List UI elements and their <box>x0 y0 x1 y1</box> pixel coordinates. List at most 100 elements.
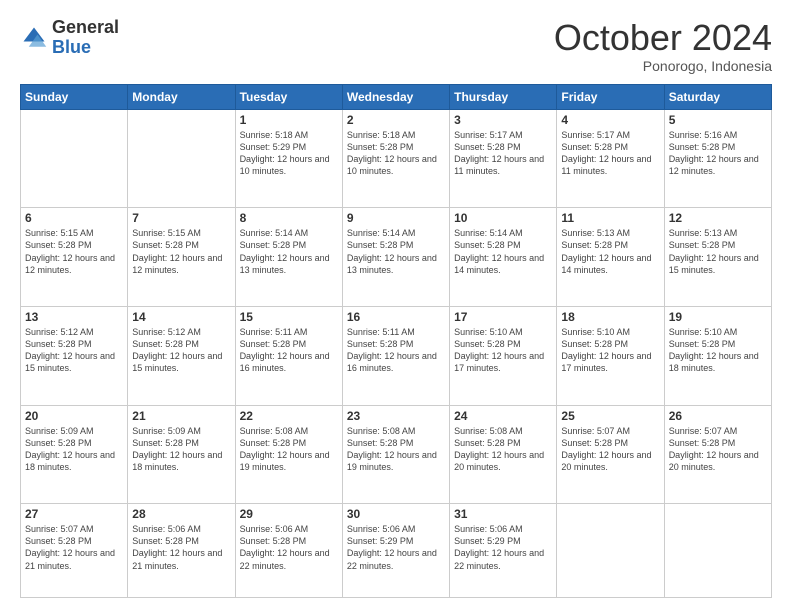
day-number: 2 <box>347 113 445 127</box>
table-row: 19 Sunrise: 5:10 AM Sunset: 5:28 PM Dayli… <box>664 306 771 405</box>
day-number: 19 <box>669 310 767 324</box>
table-row: 10Sunrise: 5:14 AM Sunset: 5:28 PM Dayli… <box>450 208 557 307</box>
day-info: Sunrise: 5:07 AM Sunset: 5:28 PM Dayligh… <box>25 523 123 572</box>
day-info: Sunrise: 5:09 AM Sunset: 5:28 PM Dayligh… <box>25 425 123 474</box>
day-info: Sunrise: 5:15 AM Sunset: 5:28 PM Dayligh… <box>132 227 230 276</box>
table-row: 8 Sunrise: 5:14 AM Sunset: 5:28 PM Daylig… <box>235 208 342 307</box>
month-title: October 2024 <box>554 18 772 58</box>
day-number: 21 <box>132 409 230 423</box>
table-row <box>128 109 235 208</box>
day-info: Sunrise: 5:13 AM Sunset: 5:28 PM Dayligh… <box>561 227 659 276</box>
location-subtitle: Ponorogo, Indonesia <box>554 58 772 74</box>
table-row: 20 Sunrise: 5:09 AM Sunset: 5:28 PM Dayli… <box>21 405 128 504</box>
day-info: Sunrise: 5:07 AM Sunset: 5:28 PM Dayligh… <box>561 425 659 474</box>
table-row: 22Sunrise: 5:08 AM Sunset: 5:28 PM Dayli… <box>235 405 342 504</box>
table-row: 12 Sunrise: 5:13 AM Sunset: 5:28 PM Dayli… <box>664 208 771 307</box>
table-row: 14 Sunrise: 5:12 AM Sunset: 5:28 PM Dayli… <box>128 306 235 405</box>
day-number: 9 <box>347 211 445 225</box>
calendar-table: Sunday Monday Tuesday Wednesday Thursday… <box>20 84 772 598</box>
day-number: 28 <box>132 507 230 521</box>
header: General Blue October 2024 Ponorogo, Indo… <box>20 18 772 74</box>
day-number: 27 <box>25 507 123 521</box>
table-row: 17Sunrise: 5:10 AM Sunset: 5:28 PM Dayli… <box>450 306 557 405</box>
table-row: 26 Sunrise: 5:07 AM Sunset: 5:28 PM Dayli… <box>664 405 771 504</box>
table-row: 29 Sunrise: 5:06 AM Sunset: 5:28 PM Dayli… <box>235 504 342 598</box>
table-row <box>557 504 664 598</box>
day-info: Sunrise: 5:18 AM Sunset: 5:29 PM Dayligh… <box>240 129 338 178</box>
table-row: 13 Sunrise: 5:12 AM Sunset: 5:28 PM Dayli… <box>21 306 128 405</box>
day-number: 14 <box>132 310 230 324</box>
logo-icon <box>20 24 48 52</box>
table-row <box>21 109 128 208</box>
day-number: 6 <box>25 211 123 225</box>
day-number: 23 <box>347 409 445 423</box>
day-info: Sunrise: 5:15 AM Sunset: 5:28 PM Dayligh… <box>25 227 123 276</box>
day-info: Sunrise: 5:16 AM Sunset: 5:28 PM Dayligh… <box>669 129 767 178</box>
day-info: Sunrise: 5:06 AM Sunset: 5:28 PM Dayligh… <box>240 523 338 572</box>
logo-general-text: General <box>52 17 119 37</box>
col-thursday: Thursday <box>450 84 557 109</box>
page: General Blue October 2024 Ponorogo, Indo… <box>0 0 792 612</box>
day-info: Sunrise: 5:13 AM Sunset: 5:28 PM Dayligh… <box>669 227 767 276</box>
table-row: 27 Sunrise: 5:07 AM Sunset: 5:28 PM Dayli… <box>21 504 128 598</box>
calendar-week-row: 1Sunrise: 5:18 AM Sunset: 5:29 PM Daylig… <box>21 109 772 208</box>
table-row: 23 Sunrise: 5:08 AM Sunset: 5:28 PM Dayli… <box>342 405 449 504</box>
day-info: Sunrise: 5:18 AM Sunset: 5:28 PM Dayligh… <box>347 129 445 178</box>
day-number: 18 <box>561 310 659 324</box>
day-info: Sunrise: 5:10 AM Sunset: 5:28 PM Dayligh… <box>561 326 659 375</box>
day-number: 12 <box>669 211 767 225</box>
day-info: Sunrise: 5:06 AM Sunset: 5:29 PM Dayligh… <box>454 523 552 572</box>
day-info: Sunrise: 5:08 AM Sunset: 5:28 PM Dayligh… <box>347 425 445 474</box>
table-row: 24Sunrise: 5:08 AM Sunset: 5:28 PM Dayli… <box>450 405 557 504</box>
day-info: Sunrise: 5:12 AM Sunset: 5:28 PM Dayligh… <box>25 326 123 375</box>
day-info: Sunrise: 5:10 AM Sunset: 5:28 PM Dayligh… <box>454 326 552 375</box>
table-row: 18 Sunrise: 5:10 AM Sunset: 5:28 PM Dayli… <box>557 306 664 405</box>
day-number: 25 <box>561 409 659 423</box>
col-monday: Monday <box>128 84 235 109</box>
day-number: 20 <box>25 409 123 423</box>
col-sunday: Sunday <box>21 84 128 109</box>
day-number: 22 <box>240 409 338 423</box>
day-number: 8 <box>240 211 338 225</box>
day-number: 11 <box>561 211 659 225</box>
day-info: Sunrise: 5:12 AM Sunset: 5:28 PM Dayligh… <box>132 326 230 375</box>
title-block: October 2024 Ponorogo, Indonesia <box>554 18 772 74</box>
day-number: 26 <box>669 409 767 423</box>
day-info: Sunrise: 5:10 AM Sunset: 5:28 PM Dayligh… <box>669 326 767 375</box>
day-number: 5 <box>669 113 767 127</box>
logo: General Blue <box>20 18 119 58</box>
table-row: 30Sunrise: 5:06 AM Sunset: 5:29 PM Dayli… <box>342 504 449 598</box>
day-number: 13 <box>25 310 123 324</box>
day-info: Sunrise: 5:11 AM Sunset: 5:28 PM Dayligh… <box>240 326 338 375</box>
day-number: 16 <box>347 310 445 324</box>
day-info: Sunrise: 5:11 AM Sunset: 5:28 PM Dayligh… <box>347 326 445 375</box>
calendar-week-row: 6 Sunrise: 5:15 AM Sunset: 5:28 PM Daylig… <box>21 208 772 307</box>
table-row: 31 Sunrise: 5:06 AM Sunset: 5:29 PM Dayli… <box>450 504 557 598</box>
day-info: Sunrise: 5:17 AM Sunset: 5:28 PM Dayligh… <box>454 129 552 178</box>
col-tuesday: Tuesday <box>235 84 342 109</box>
table-row: 28 Sunrise: 5:06 AM Sunset: 5:28 PM Dayli… <box>128 504 235 598</box>
table-row: 1Sunrise: 5:18 AM Sunset: 5:29 PM Daylig… <box>235 109 342 208</box>
col-wednesday: Wednesday <box>342 84 449 109</box>
table-row: 2 Sunrise: 5:18 AM Sunset: 5:28 PM Daylig… <box>342 109 449 208</box>
day-number: 31 <box>454 507 552 521</box>
col-saturday: Saturday <box>664 84 771 109</box>
day-number: 4 <box>561 113 659 127</box>
table-row: 25 Sunrise: 5:07 AM Sunset: 5:28 PM Dayli… <box>557 405 664 504</box>
day-info: Sunrise: 5:09 AM Sunset: 5:28 PM Dayligh… <box>132 425 230 474</box>
table-row: 7Sunrise: 5:15 AM Sunset: 5:28 PM Daylig… <box>128 208 235 307</box>
day-info: Sunrise: 5:14 AM Sunset: 5:28 PM Dayligh… <box>347 227 445 276</box>
calendar-week-row: 13 Sunrise: 5:12 AM Sunset: 5:28 PM Dayli… <box>21 306 772 405</box>
day-number: 24 <box>454 409 552 423</box>
day-number: 15 <box>240 310 338 324</box>
table-row: 15 Sunrise: 5:11 AM Sunset: 5:28 PM Dayli… <box>235 306 342 405</box>
day-info: Sunrise: 5:06 AM Sunset: 5:28 PM Dayligh… <box>132 523 230 572</box>
day-info: Sunrise: 5:14 AM Sunset: 5:28 PM Dayligh… <box>240 227 338 276</box>
table-row: 11 Sunrise: 5:13 AM Sunset: 5:28 PM Dayli… <box>557 208 664 307</box>
day-number: 29 <box>240 507 338 521</box>
day-info: Sunrise: 5:07 AM Sunset: 5:28 PM Dayligh… <box>669 425 767 474</box>
day-info: Sunrise: 5:14 AM Sunset: 5:28 PM Dayligh… <box>454 227 552 276</box>
table-row: 9 Sunrise: 5:14 AM Sunset: 5:28 PM Daylig… <box>342 208 449 307</box>
day-number: 3 <box>454 113 552 127</box>
col-friday: Friday <box>557 84 664 109</box>
